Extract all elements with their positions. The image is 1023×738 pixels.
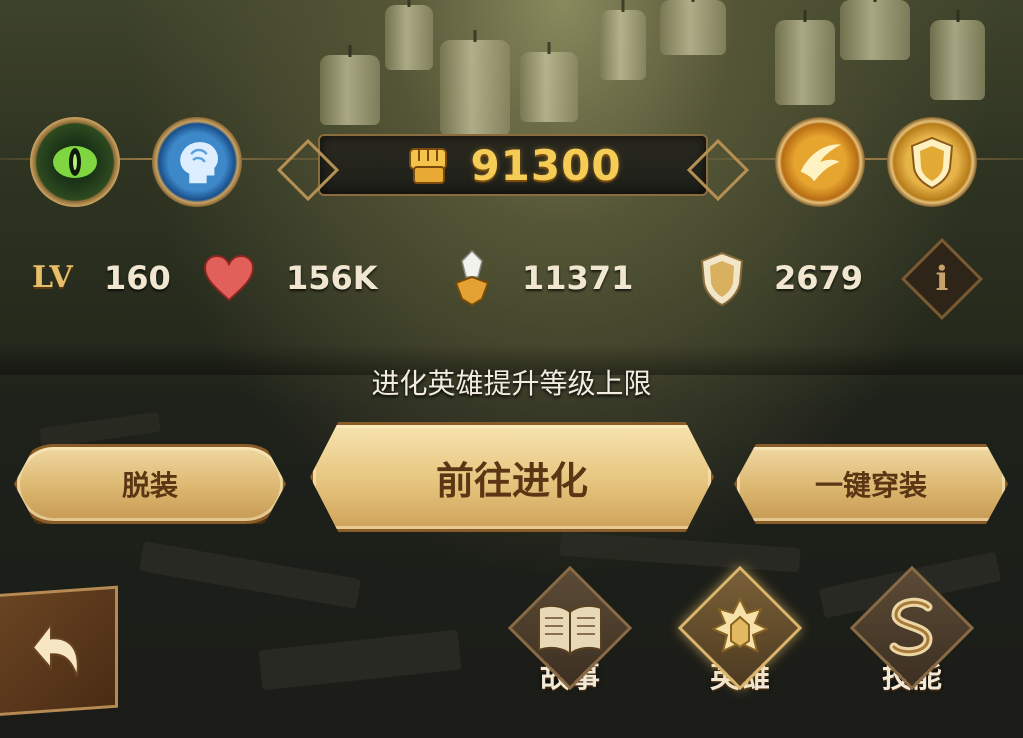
tab-story[interactable]: 故事 (507, 565, 633, 710)
bg-candle (385, 5, 433, 70)
back-button[interactable] (0, 585, 118, 717)
back-arrow-icon (31, 621, 79, 677)
open-book-icon (538, 604, 602, 656)
tab-skills-frame (849, 565, 975, 691)
evolve-hint-text: 进化英雄提升等级上限 (371, 367, 652, 400)
bg-candle (320, 55, 380, 125)
defense-value: 2679 (774, 259, 864, 297)
combat-power-panel: 91300 (318, 134, 708, 196)
level-label: LV (32, 260, 73, 295)
faction-eye-badge[interactable] (30, 117, 120, 207)
tab-hero[interactable]: 英雄 (677, 565, 803, 710)
blue-mind-head-icon (180, 142, 219, 184)
golden-fist-icon (409, 148, 448, 184)
go-evolve-button[interactable]: 前往进化 (310, 422, 714, 532)
info-icon: i (935, 259, 949, 299)
golden-shield-icon (910, 136, 954, 190)
unequip-button[interactable]: 脱装 (14, 444, 286, 524)
type-shield-badge[interactable] (887, 117, 977, 207)
bg-candle (660, 0, 726, 55)
bg-candle (840, 0, 910, 60)
tab-hero-frame (677, 565, 803, 691)
defense-shield-icon (697, 250, 747, 308)
tab-skills[interactable]: 技能 (849, 565, 975, 710)
bg-candle (600, 10, 646, 80)
unequip-button-label: 脱装 (121, 469, 178, 502)
equip-all-button-label: 一键穿装 (814, 469, 927, 502)
level-value: 160 (104, 259, 171, 297)
bg-candle (930, 20, 985, 100)
bg-rubble (559, 531, 801, 573)
heart-icon (202, 252, 256, 304)
combat-power-value: 91300 (470, 140, 622, 190)
bg-rubble (139, 541, 361, 609)
skill-s-scroll-icon (889, 597, 933, 657)
tab-story-frame (507, 565, 633, 691)
attack-value: 11371 (522, 259, 634, 297)
role-wing-badge[interactable] (775, 117, 865, 207)
equip-all-button[interactable]: 一键穿装 (734, 444, 1008, 524)
bg-candle (775, 20, 835, 105)
bg-candle (520, 52, 578, 122)
golden-wing-icon (800, 144, 842, 182)
bg-rubble (258, 629, 462, 691)
green-eye-emblem-icon (53, 146, 97, 178)
hp-value: 156K (286, 259, 378, 297)
bg-candle (440, 40, 510, 135)
go-evolve-button-label: 前往进化 (435, 458, 588, 503)
class-mind-badge[interactable] (152, 117, 242, 207)
bg-rubble (39, 411, 161, 449)
hero-crest-icon (710, 596, 770, 653)
attack-crystal-icon (447, 248, 497, 308)
